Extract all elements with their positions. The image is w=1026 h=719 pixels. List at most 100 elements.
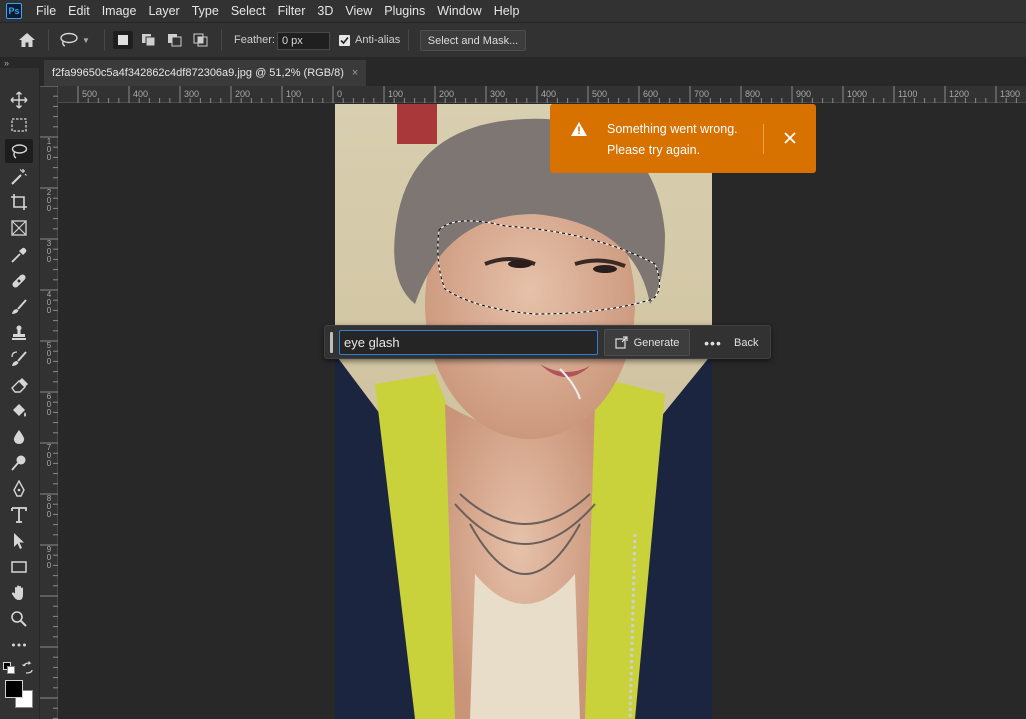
intersect-selection-button[interactable] bbox=[191, 31, 211, 49]
default-colors-icon[interactable] bbox=[3, 662, 15, 674]
feather-label: Feather: bbox=[234, 34, 275, 46]
ruler-label: 700 bbox=[694, 89, 710, 99]
menu-layer[interactable]: Layer bbox=[142, 0, 185, 22]
edit-toolbar-button[interactable] bbox=[5, 633, 33, 657]
brush-tool[interactable] bbox=[5, 295, 33, 319]
separator bbox=[221, 29, 222, 51]
ruler-label: 9 0 0 bbox=[46, 545, 52, 570]
ruler-label: 300 bbox=[184, 89, 200, 99]
path-selection-tool[interactable] bbox=[5, 529, 33, 553]
pen-icon bbox=[13, 480, 25, 497]
back-button[interactable]: Back bbox=[734, 331, 758, 355]
toast-message: Something went wrong. Please try again. bbox=[607, 119, 767, 161]
horizontal-ruler[interactable]: 500 400 300 200 100 0 100 200 300 400 50… bbox=[58, 86, 1026, 103]
ruler-label: 1 0 0 bbox=[46, 137, 52, 162]
menu-edit[interactable]: Edit bbox=[62, 0, 96, 22]
lasso-preset-picker[interactable]: ▼ bbox=[58, 23, 98, 57]
swap-colors-icon[interactable] bbox=[21, 661, 35, 675]
marquee-tool[interactable] bbox=[5, 113, 33, 137]
ruler-label: 1000 bbox=[847, 89, 868, 99]
clone-stamp-tool[interactable] bbox=[5, 321, 33, 345]
ruler-label: 200 bbox=[235, 89, 251, 99]
zoom-tool[interactable] bbox=[5, 607, 33, 631]
hand-tool[interactable] bbox=[5, 581, 33, 605]
close-icon[interactable]: × bbox=[352, 67, 358, 79]
eyedropper-icon bbox=[11, 247, 27, 263]
generate-icon bbox=[614, 336, 628, 349]
marquee-icon bbox=[11, 118, 27, 132]
ruler-label: 400 bbox=[541, 89, 557, 99]
stamp-icon bbox=[12, 325, 26, 340]
menu-view[interactable]: View bbox=[339, 0, 378, 22]
collapse-panels-icon[interactable]: » bbox=[0, 58, 40, 68]
drag-handle[interactable] bbox=[330, 332, 333, 353]
lasso-icon bbox=[11, 144, 28, 159]
document-tab[interactable]: f2fa99650c5a4f342862c4df872306a9.jpg @ 5… bbox=[44, 60, 367, 86]
contextual-task-bar: eye glash Generate ••• Back bbox=[324, 325, 771, 359]
zoom-icon bbox=[11, 611, 27, 627]
document-image[interactable] bbox=[335, 104, 712, 719]
crop-icon bbox=[11, 194, 27, 210]
magic-wand-icon bbox=[11, 169, 27, 185]
antialias-checkbox[interactable]: Anti-alias bbox=[339, 23, 400, 57]
menu-plugins[interactable]: Plugins bbox=[378, 0, 431, 22]
crop-tool[interactable] bbox=[5, 190, 33, 214]
tools-panel bbox=[0, 68, 40, 719]
prompt-input[interactable]: eye glash bbox=[339, 330, 598, 355]
feather-input[interactable] bbox=[277, 32, 330, 50]
chevron-down-icon: ▼ bbox=[82, 35, 90, 45]
lasso-tool[interactable] bbox=[5, 139, 33, 163]
checkbox-icon bbox=[339, 34, 350, 46]
menu-image[interactable]: Image bbox=[96, 0, 143, 22]
select-and-mask-button[interactable]: Select and Mask... bbox=[420, 30, 526, 51]
blur-tool[interactable] bbox=[5, 425, 33, 449]
rectangle-tool[interactable] bbox=[5, 555, 33, 579]
dodge-tool[interactable] bbox=[5, 451, 33, 475]
frame-tool[interactable] bbox=[5, 216, 33, 240]
toast-line-1: Something went wrong. bbox=[607, 122, 738, 136]
new-selection-icon bbox=[118, 35, 128, 45]
eyedropper-tool[interactable] bbox=[5, 243, 33, 267]
lasso-icon bbox=[60, 32, 78, 47]
ruler-label: 100 bbox=[286, 89, 302, 99]
droplet-icon bbox=[13, 430, 25, 444]
ruler-label: 2 0 0 bbox=[46, 188, 52, 213]
menu-3d[interactable]: 3D bbox=[311, 0, 339, 22]
rectangle-icon bbox=[11, 561, 27, 573]
separator bbox=[48, 29, 49, 51]
menu-type[interactable]: Type bbox=[186, 0, 225, 22]
new-selection-button[interactable] bbox=[113, 31, 133, 49]
type-icon bbox=[11, 507, 27, 523]
close-icon[interactable] bbox=[780, 128, 800, 148]
healing-brush-tool[interactable] bbox=[5, 269, 33, 293]
more-options-button[interactable]: ••• bbox=[701, 331, 725, 355]
ruler-label: 1300 bbox=[1000, 89, 1021, 99]
menu-window[interactable]: Window bbox=[431, 0, 487, 22]
paint-bucket-tool[interactable] bbox=[5, 399, 33, 423]
pen-tool[interactable] bbox=[5, 477, 33, 501]
subtract-from-selection-button[interactable] bbox=[165, 31, 185, 49]
history-brush-tool[interactable] bbox=[5, 347, 33, 371]
add-to-selection-button[interactable] bbox=[139, 31, 159, 49]
menu-select[interactable]: Select bbox=[225, 0, 272, 22]
menu-file[interactable]: File bbox=[30, 0, 62, 22]
magic-wand-tool[interactable] bbox=[5, 165, 33, 189]
paint-bucket-icon bbox=[13, 404, 26, 417]
ruler-label: 8 0 0 bbox=[46, 494, 52, 519]
generate-button[interactable]: Generate bbox=[604, 329, 690, 356]
ruler-label: 1200 bbox=[949, 89, 970, 99]
ruler-label: 400 bbox=[133, 89, 149, 99]
vertical-ruler[interactable]: 1 0 0 2 0 0 3 0 0 4 0 0 5 0 0 6 0 0 7 0 … bbox=[40, 86, 58, 719]
add-selection-icon bbox=[142, 34, 156, 47]
move-tool[interactable] bbox=[5, 88, 33, 112]
foreground-color-swatch[interactable] bbox=[5, 680, 23, 698]
warning-icon bbox=[571, 122, 587, 136]
menu-help[interactable]: Help bbox=[488, 0, 526, 22]
document-tab-title: f2fa99650c5a4f342862c4df872306a9.jpg @ 5… bbox=[52, 67, 344, 79]
separator bbox=[104, 29, 105, 51]
history-brush-icon bbox=[11, 351, 27, 366]
menu-filter[interactable]: Filter bbox=[272, 0, 312, 22]
home-icon[interactable] bbox=[14, 23, 40, 57]
eraser-tool[interactable] bbox=[5, 373, 33, 397]
type-tool[interactable] bbox=[5, 503, 33, 527]
